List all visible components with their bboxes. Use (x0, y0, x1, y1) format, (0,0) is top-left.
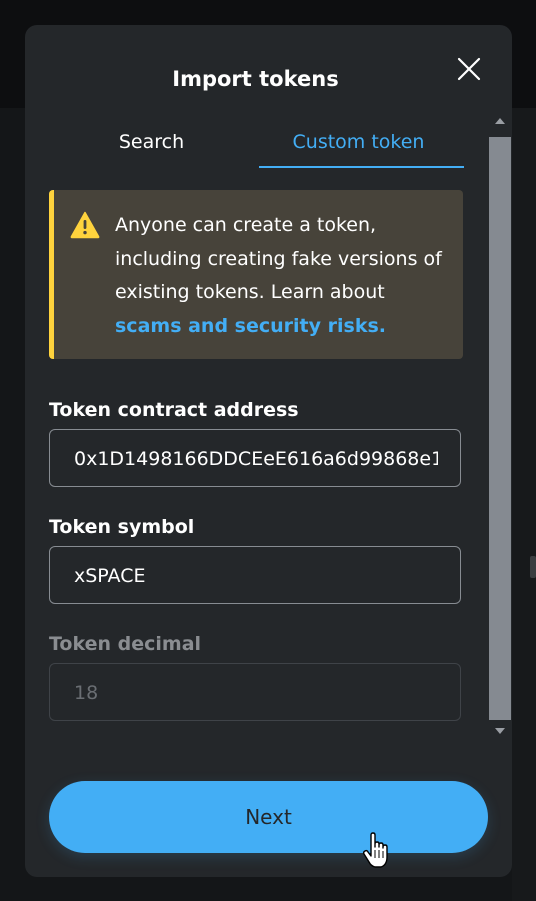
import-tokens-modal: Import tokens Search Custom token Anyone… (25, 25, 512, 877)
background-overlay-edge (512, 108, 536, 901)
modal-title: Import tokens (172, 67, 339, 91)
alert-message: Anyone can create a token, including cre… (115, 209, 451, 343)
alert-accent-bar (49, 190, 54, 359)
token-address-value: 0x1D1498166DDCEeE616a6d99868e1E0 (74, 448, 438, 470)
scams-security-link[interactable]: scams and security risks. (115, 315, 386, 337)
token-symbol-label: Token symbol (49, 516, 195, 538)
token-symbol-input[interactable]: xSPACE (49, 546, 461, 604)
token-decimal-label: Token decimal (49, 633, 202, 655)
scroll-down-arrow-icon[interactable] (494, 727, 506, 735)
next-button[interactable]: Next (49, 781, 488, 853)
token-symbol-value: xSPACE (74, 565, 146, 587)
hand-cursor-icon (362, 832, 388, 868)
warning-alert: Anyone can create a token, including cre… (49, 190, 463, 359)
tab-custom-token[interactable]: Custom token (259, 118, 464, 168)
background-element (530, 556, 536, 578)
next-button-label: Next (245, 805, 292, 829)
tab-bar: Search Custom token (49, 118, 464, 168)
warning-icon (70, 211, 100, 239)
token-address-input[interactable]: 0x1D1498166DDCEeE616a6d99868e1E0 (49, 429, 461, 487)
tab-search-label: Search (118, 131, 185, 153)
token-decimal-input: 18 (49, 663, 461, 721)
tab-search[interactable]: Search (49, 118, 254, 166)
tab-custom-token-label: Custom token (292, 131, 425, 153)
token-address-label: Token contract address (49, 399, 299, 421)
scroll-up-arrow-icon[interactable] (494, 117, 506, 125)
close-icon (457, 57, 481, 81)
scrollbar[interactable] (489, 117, 511, 737)
close-button[interactable] (455, 55, 483, 83)
token-decimal-value: 18 (74, 682, 99, 704)
scrollbar-thumb[interactable] (489, 137, 511, 720)
alert-message-text: Anyone can create a token, including cre… (115, 214, 442, 303)
